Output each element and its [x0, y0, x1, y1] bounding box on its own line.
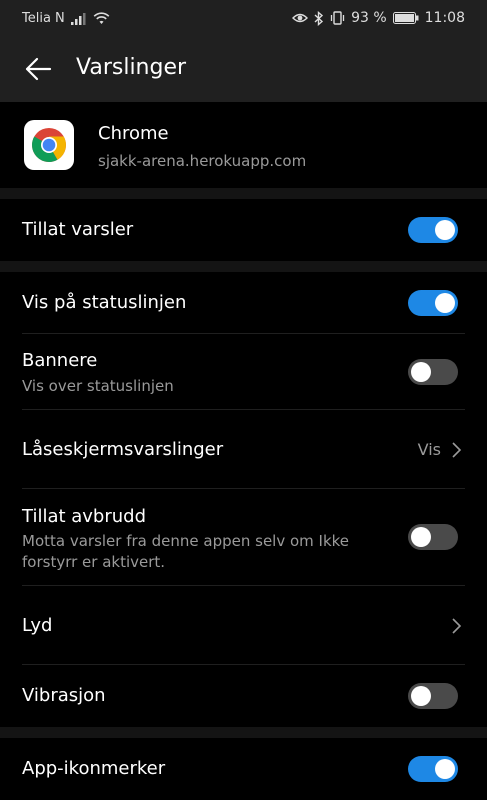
show-statusbar-label: Vis på statuslinjen — [22, 292, 187, 313]
row-lockscreen[interactable]: Låseskjermsvarslinger Vis — [0, 410, 487, 489]
section-gap — [0, 261, 487, 272]
toggle-knob — [411, 527, 431, 547]
eye-icon — [292, 13, 309, 23]
carrier-label: Telia N — [22, 11, 65, 26]
status-bar-right: 93 % 11:08 — [292, 10, 465, 26]
banners-label: Bannere — [22, 350, 98, 371]
allow-interruptions-sublabel: Motta varsler fra denne appen selv om Ik… — [22, 532, 350, 571]
app-site: sjakk-arena.herokuapp.com — [98, 152, 307, 170]
wifi-icon — [93, 12, 110, 24]
chevron-right-icon — [452, 618, 462, 634]
row-show-statusbar[interactable]: Vis på statuslinjen — [0, 272, 487, 334]
battery-icon — [392, 12, 419, 24]
page-title: Varslinger — [76, 55, 187, 80]
banners-toggle[interactable] — [408, 359, 458, 385]
section-gap — [0, 727, 487, 738]
row-app-badges[interactable]: App-ikonmerker — [0, 738, 487, 800]
chrome-logo-icon — [24, 120, 74, 170]
app-badges-label: App-ikonmerker — [22, 758, 166, 779]
lockscreen-value: Vis — [417, 440, 441, 459]
allow-interruptions-toggle[interactable] — [408, 524, 458, 550]
row-sound[interactable]: Lyd — [0, 586, 487, 665]
clock: 11:08 — [424, 10, 465, 26]
row-allow-notifications[interactable]: Tillat varsler — [0, 199, 487, 261]
app-badges-toggle[interactable] — [408, 756, 458, 782]
toggle-knob — [435, 759, 455, 779]
status-bar-left: Telia N — [22, 11, 110, 26]
status-bar: Telia N 93 % 11:08 — [0, 0, 487, 36]
vibration-label: Vibrasjon — [22, 685, 106, 706]
toggle-knob — [411, 362, 431, 382]
toggle-knob — [435, 220, 455, 240]
arrow-left-icon[interactable] — [22, 53, 54, 85]
signal-icon — [70, 12, 86, 25]
chevron-right-icon — [452, 442, 462, 458]
bluetooth-icon — [314, 10, 324, 26]
vibration-toggle[interactable] — [408, 683, 458, 709]
app-name: Chrome — [98, 123, 169, 144]
section-gap — [0, 188, 487, 199]
vibrate-icon — [330, 11, 345, 25]
row-vibration[interactable]: Vibrasjon — [0, 665, 487, 727]
battery-percent: 93 % — [351, 10, 387, 26]
lockscreen-label: Låseskjermsvarslinger — [22, 439, 224, 460]
show-statusbar-toggle[interactable] — [408, 290, 458, 316]
allow-notifications-label: Tillat varsler — [22, 219, 134, 240]
allow-interruptions-label: Tillat avbrudd — [22, 506, 147, 527]
banners-sublabel: Vis over statuslinjen — [22, 377, 174, 395]
row-banners[interactable]: Bannere Vis over statuslinjen — [0, 334, 487, 410]
app-bar: Varslinger — [0, 36, 487, 102]
app-info: Chrome sjakk-arena.herokuapp.com — [0, 102, 487, 188]
allow-notifications-toggle[interactable] — [408, 217, 458, 243]
toggle-knob — [411, 686, 431, 706]
row-allow-interruptions[interactable]: Tillat avbrudd Motta varsler fra denne a… — [0, 489, 487, 586]
toggle-knob — [435, 293, 455, 313]
sound-label: Lyd — [22, 615, 53, 636]
